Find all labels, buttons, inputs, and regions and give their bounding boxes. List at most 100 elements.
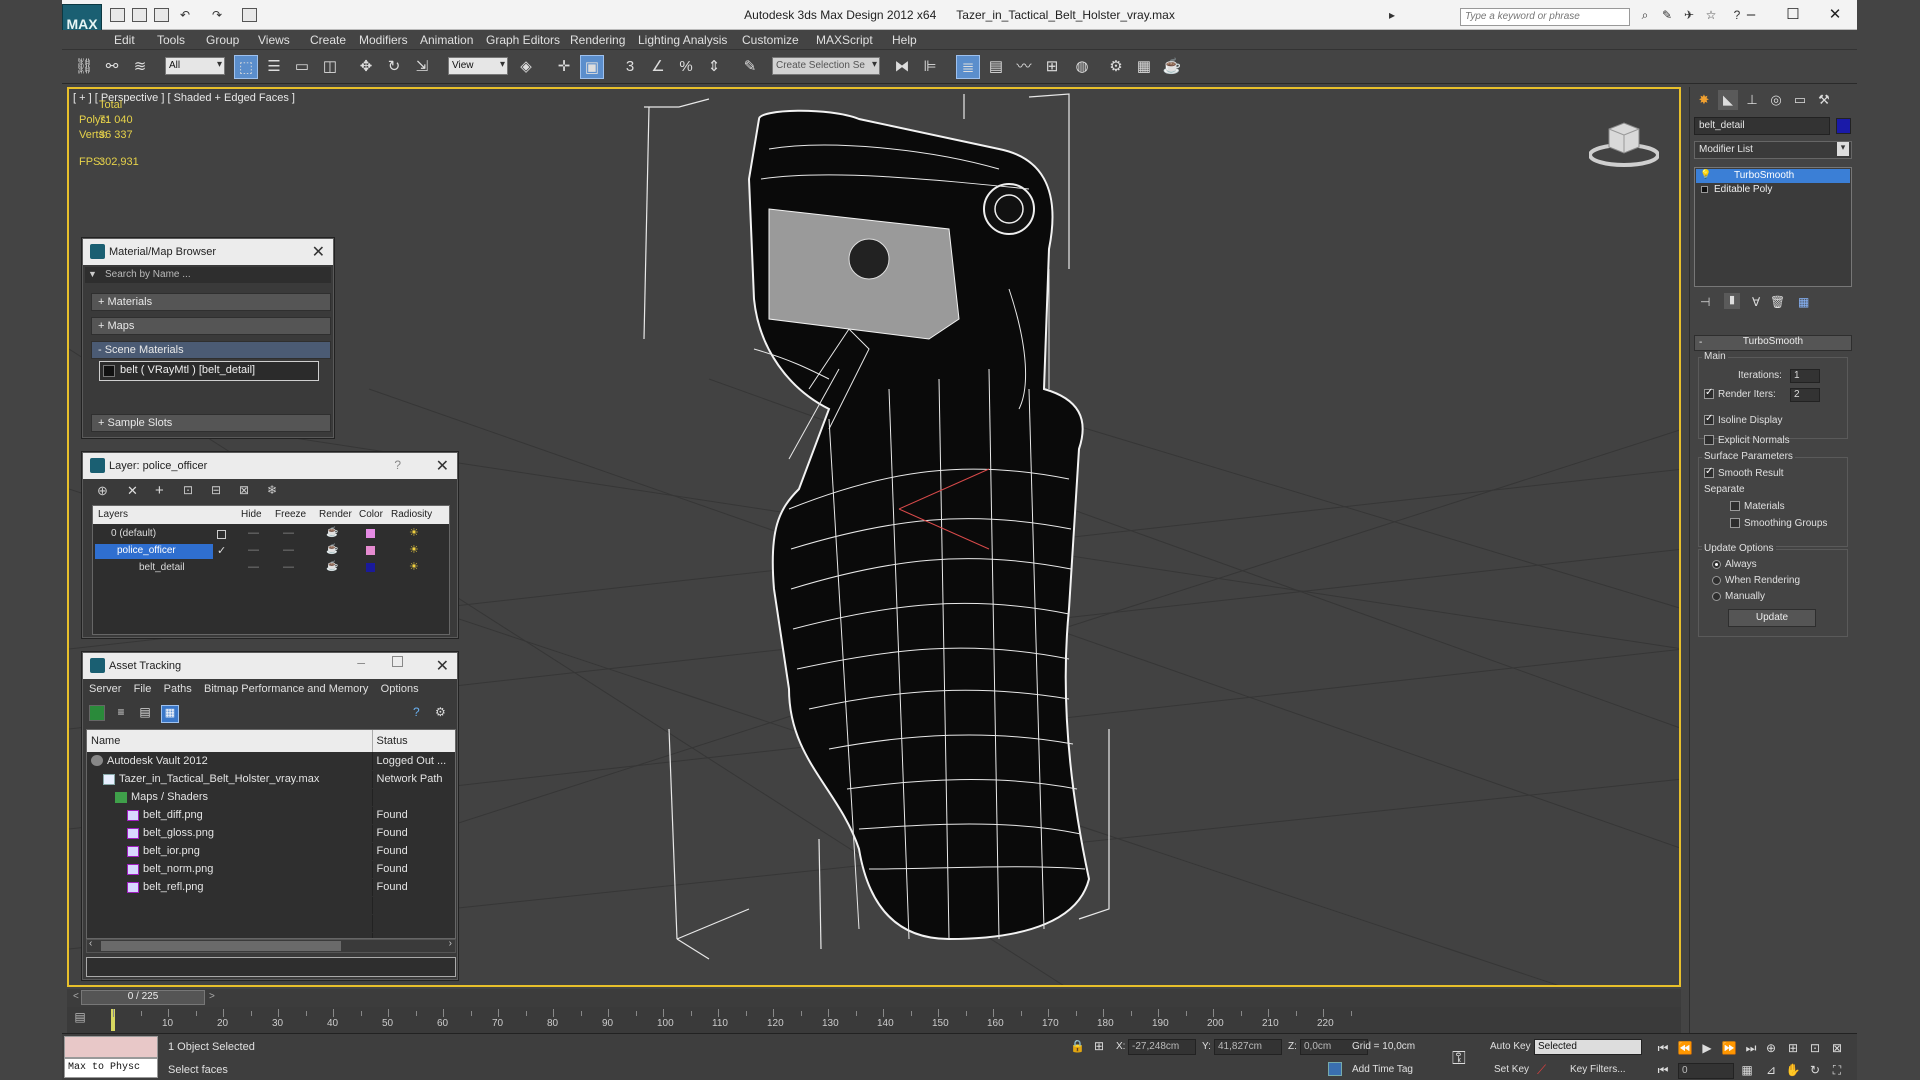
hierarchy-tab-icon[interactable]: ⊥	[1742, 90, 1762, 110]
redo-icon[interactable]: ↷	[210, 9, 224, 22]
rendered-frame-icon[interactable]: ▦	[1132, 55, 1156, 79]
menu-maxscript[interactable]: MAXScript	[816, 33, 873, 47]
viewcube-icon[interactable]	[1588, 119, 1660, 169]
hide-all-icon[interactable]: ⊠	[239, 483, 249, 497]
maximize-viewport-icon[interactable]: ⛶	[1828, 1061, 1846, 1079]
asset-row[interactable]: belt_gloss.png Found	[87, 824, 455, 843]
render-production-icon[interactable]: ☕	[1160, 55, 1184, 79]
previous-frame-icon[interactable]: ⏪	[1676, 1039, 1694, 1057]
key-filters-button[interactable]: Key Filters...	[1570, 1064, 1626, 1075]
align-icon[interactable]: ⊫	[918, 55, 942, 79]
radiosity-icon[interactable]: ☀	[409, 543, 419, 556]
asset-tracking-close-icon[interactable]: ✕	[436, 656, 449, 676]
asset-row[interactable]: belt_ior.png Found	[87, 842, 455, 861]
rollout-scene-materials[interactable]: - Scene Materials	[91, 341, 331, 359]
select-by-name-icon[interactable]: ☰	[262, 55, 286, 79]
lock-selection-icon[interactable]: 🔒	[1070, 1039, 1085, 1053]
render-teapot-icon[interactable]: ☕	[326, 544, 338, 555]
menu-views[interactable]: Views	[258, 33, 290, 47]
col-status[interactable]: Status	[372, 730, 455, 752]
render-iters-checkbox[interactable]	[1704, 387, 1714, 400]
table-view-icon[interactable]: ▤	[137, 705, 153, 721]
render-teapot-icon[interactable]: ☕	[326, 527, 338, 538]
maxscript-mini-listener[interactable]: Max to Physc	[64, 1058, 158, 1078]
highlight-layer-icon[interactable]: ⊟	[211, 483, 221, 497]
absolute-mode-icon[interactable]: ⊞	[1094, 1039, 1104, 1053]
key-tangent-icon[interactable]: ⟋	[1537, 1062, 1546, 1078]
curve-editor-icon[interactable]: 〰	[1012, 55, 1036, 79]
render-iters-spinner[interactable]: 2	[1790, 388, 1820, 402]
save-file-icon[interactable]	[154, 8, 169, 22]
asset-row[interactable]: belt_refl.png Found	[87, 878, 455, 897]
key-mode-dropdown[interactable]: Selected	[1534, 1039, 1642, 1055]
move-icon[interactable]: ✥	[354, 55, 378, 79]
rollout-maps[interactable]: + Maps	[91, 317, 331, 335]
zoom-extents-icon[interactable]: ⊡	[1806, 1039, 1824, 1057]
update-button[interactable]: Update	[1728, 609, 1816, 627]
display-tab-icon[interactable]: ▭	[1790, 90, 1810, 110]
asset-row[interactable]: Maps / Shaders	[87, 788, 455, 807]
help-icon[interactable]: ?	[413, 705, 420, 719]
render-iters-row[interactable]: Render Iters:	[1704, 387, 1776, 400]
asset-menu-file[interactable]: File	[134, 683, 152, 695]
material-browser-close-icon[interactable]: ✕	[312, 242, 325, 262]
smoothing-groups-checkbox[interactable]	[1730, 518, 1740, 529]
delete-layer-icon[interactable]: ✕	[127, 483, 138, 499]
go-to-end-icon[interactable]: ⏭	[1742, 1039, 1760, 1057]
configure-sets-icon[interactable]: ▦	[1798, 295, 1809, 309]
orbit-icon[interactable]: ↻	[1806, 1061, 1824, 1079]
isoline-checkbox[interactable]	[1704, 413, 1714, 426]
link-icon[interactable]: ⛓	[72, 55, 96, 79]
settings-icon[interactable]: ⚙	[435, 705, 446, 719]
selection-filter-dropdown[interactable]: All	[165, 57, 225, 75]
maximize-icon[interactable]: ☐	[1774, 4, 1812, 26]
rotate-icon[interactable]: ↻	[382, 55, 406, 79]
auto-key-button[interactable]: Auto Key	[1490, 1041, 1531, 1052]
keyboard-shortcut-icon[interactable]: ▣	[580, 55, 604, 79]
asset-row[interactable]: belt_diff.png Found	[87, 806, 455, 825]
hide-toggle[interactable]: —	[248, 527, 259, 539]
asset-menu-options[interactable]: Options	[381, 683, 419, 695]
asset-row[interactable]: Tazer_in_Tactical_Belt_Holster_vray.max N…	[87, 770, 455, 789]
subscription-icon[interactable]: ✎	[1660, 9, 1674, 22]
select-in-layer-icon[interactable]: ⊡	[183, 483, 193, 497]
modifier-list-dropdown[interactable]: Modifier List ▾	[1694, 141, 1852, 159]
time-slider-thumb[interactable]: 0 / 225	[81, 990, 205, 1005]
time-tag-icon[interactable]	[1328, 1062, 1342, 1076]
manually-row[interactable]: Manually	[1712, 591, 1765, 602]
maxscript-mini-listener-top[interactable]	[64, 1036, 158, 1058]
pin-stack-icon[interactable]: ⊣	[1700, 295, 1710, 309]
asset-tracking-titlebar[interactable]: Asset Tracking – ✕	[83, 653, 457, 679]
refresh-icon[interactable]	[89, 705, 105, 721]
hide-toggle[interactable]: —	[248, 544, 259, 556]
pan-view-icon[interactable]: ✋	[1784, 1061, 1802, 1079]
add-to-layer-icon[interactable]: +	[155, 482, 164, 499]
col-radiosity[interactable]: Radiosity	[391, 509, 432, 520]
project-folder-icon[interactable]	[242, 8, 257, 22]
asset-row[interactable]: Autodesk Vault 2012 Logged Out ...	[87, 752, 455, 771]
search-arrow-icon[interactable]: ▸	[1387, 9, 1397, 22]
manually-radio[interactable]	[1712, 591, 1721, 601]
scroll-left-icon[interactable]: ‹	[89, 938, 92, 949]
render-teapot-icon[interactable]: ☕	[326, 561, 338, 572]
current-layer-check-icon[interactable]: ✓	[217, 544, 226, 557]
field-of-view-icon[interactable]: ⊿	[1762, 1061, 1780, 1079]
hide-toggle[interactable]: —	[248, 561, 259, 573]
asset-menu-paths[interactable]: Paths	[164, 683, 192, 695]
rollout-sample-slots[interactable]: + Sample Slots	[91, 414, 331, 432]
layer-manager-icon[interactable]: ≣	[956, 55, 980, 79]
stack-item-turbosmooth[interactable]: 💡 TurboSmooth	[1696, 169, 1850, 183]
scale-icon[interactable]: ⇲	[410, 55, 434, 79]
modify-tab-icon[interactable]: ◣	[1718, 90, 1738, 110]
new-file-icon[interactable]	[110, 8, 125, 22]
layer-color-swatch[interactable]	[366, 529, 375, 538]
radiosity-icon[interactable]: ☀	[409, 560, 419, 573]
col-freeze[interactable]: Freeze	[275, 509, 306, 520]
pivot-center-icon[interactable]: ◈	[514, 55, 538, 79]
rollout-materials[interactable]: + Materials	[91, 293, 331, 311]
make-unique-icon[interactable]: ∀	[1752, 295, 1760, 309]
edit-named-sets-icon[interactable]: ✎	[738, 55, 762, 79]
freeze-toggle[interactable]: —	[283, 527, 294, 539]
create-tab-icon[interactable]: ✸	[1694, 90, 1714, 110]
zoom-all-icon[interactable]: ⊞	[1784, 1039, 1802, 1057]
